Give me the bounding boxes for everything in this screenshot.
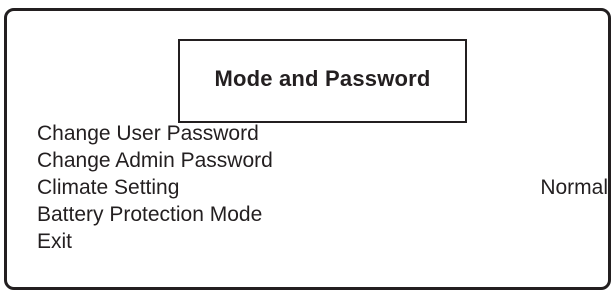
settings-menu: Change User Password Change Admin Passwo… [37,120,611,255]
menu-item-climate-setting[interactable]: Climate Setting Normal [37,174,611,201]
lcd-screen-frame: Mode and Password Change User Password C… [4,8,611,290]
menu-item-battery-protection-mode[interactable]: Battery Protection Mode [37,201,611,228]
menu-item-label: Change User Password [37,122,259,145]
menu-item-label: Battery Protection Mode [37,203,263,226]
menu-item-label: Change Admin Password [37,149,273,172]
page-title: Mode and Password [214,66,431,91]
climate-setting-value: Normal [540,176,608,199]
menu-item-change-user-password[interactable]: Change User Password [37,120,611,147]
menu-item-label: Exit [37,230,73,253]
menu-item-label: Climate Setting [37,176,180,199]
title-box: Mode and Password [178,39,467,123]
menu-item-change-admin-password[interactable]: Change Admin Password [37,147,611,174]
menu-item-exit[interactable]: Exit [37,228,611,255]
